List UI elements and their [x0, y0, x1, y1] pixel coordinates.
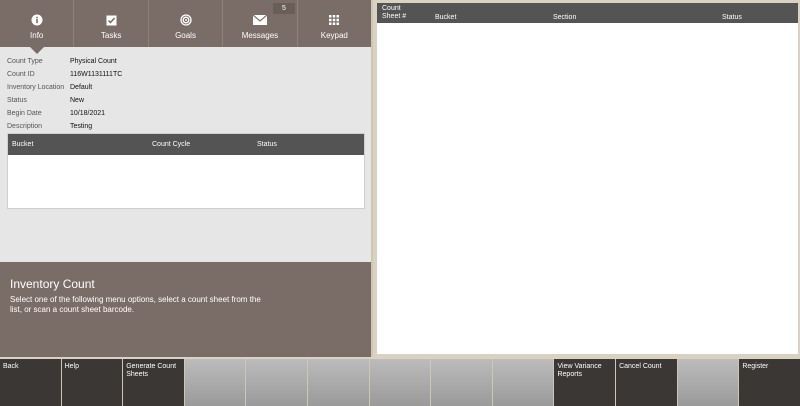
info-row-status: Status New	[7, 94, 122, 107]
tab-tasks[interactable]: Tasks	[74, 0, 149, 47]
info-key: Status	[7, 97, 27, 104]
empty-button	[246, 359, 308, 406]
tab-info-label: Info	[30, 31, 44, 40]
info-row-location: Inventory Location Default	[7, 81, 122, 94]
empty-button	[369, 359, 431, 406]
info-row-begin-date: Begin Date 10/18/2021	[7, 107, 122, 120]
description-title: Inventory Count	[10, 277, 95, 291]
bucket-table[interactable]: Bucket Count Cycle Status	[7, 133, 365, 209]
info-value: 10/18/2021	[70, 110, 106, 117]
info-value: New	[70, 97, 85, 104]
info-key: Inventory Location	[7, 84, 65, 91]
info-value: 116W1131111TC	[70, 71, 123, 78]
description-text: Select one of the following menu options…	[10, 295, 261, 314]
tab-messages-label: Messages	[241, 31, 279, 40]
column-header-bucket[interactable]: Bucket	[435, 14, 456, 21]
back-button[interactable]: Back	[0, 359, 61, 406]
cancel-count-button[interactable]: Cancel Count	[616, 359, 677, 406]
tab-tasks-label: Tasks	[100, 31, 122, 40]
checkbox-icon	[74, 13, 147, 27]
info-row-description: Description Testing	[7, 120, 122, 133]
info-value: Physical Count	[70, 58, 117, 65]
count-sheet-list[interactable]: Count Sheet # Bucket Section Status	[377, 3, 798, 354]
tab-goals-label: Goals	[175, 31, 196, 40]
tab-info[interactable]: Info	[0, 0, 75, 54]
tab-keypad-label: Keypad	[320, 31, 348, 40]
column-header-count-sheet[interactable]: Count Sheet #	[382, 5, 412, 21]
info-icon	[0, 13, 73, 27]
column-header-section[interactable]: Section	[553, 14, 576, 21]
count-sheet-table-header: Count Sheet # Bucket Section Status	[377, 3, 798, 23]
column-header-count-cycle[interactable]: Count Cycle	[152, 141, 190, 148]
info-row-count-id: Count ID 116W1131111TC	[7, 68, 122, 81]
description-panel: Inventory Count Select one of the follow…	[0, 262, 371, 357]
bucket-table-header: Bucket Count Cycle Status	[8, 134, 364, 155]
function-button-bar: Back Help Generate Count Sheets View Var…	[0, 359, 800, 406]
info-value: Default	[70, 84, 93, 91]
view-variance-reports-button[interactable]: View Variance Reports	[554, 359, 616, 406]
column-header-status[interactable]: Status	[722, 14, 742, 21]
column-header-status[interactable]: Status	[257, 141, 277, 148]
register-button[interactable]: Register	[739, 359, 800, 406]
empty-button	[184, 359, 246, 406]
count-info: Count Type Physical Count Count ID 116W113…	[7, 55, 122, 133]
info-key: Begin Date	[7, 110, 42, 117]
tab-keypad[interactable]: Keypad	[298, 0, 371, 47]
target-icon	[149, 13, 222, 27]
tab-goals[interactable]: Goals	[149, 0, 224, 47]
info-key: Count Type	[7, 58, 43, 65]
empty-button	[677, 359, 739, 406]
tab-bar: Info Tasks Goals Messages Keypad	[0, 0, 371, 54]
keypad-icon	[298, 13, 371, 27]
help-button[interactable]: Help	[61, 359, 123, 406]
info-row-count-type: Count Type Physical Count	[7, 55, 122, 68]
empty-button	[308, 359, 369, 406]
empty-button	[431, 359, 492, 406]
info-key: Description	[7, 123, 43, 130]
left-panel: Info Tasks Goals Messages Keypad 5 Count…	[0, 0, 373, 357]
generate-count-sheets-button[interactable]: Generate Count Sheets	[123, 359, 184, 406]
column-header-bucket[interactable]: Bucket	[12, 141, 33, 148]
envelope-icon	[223, 13, 296, 27]
empty-button	[492, 359, 554, 406]
info-key: Count ID	[7, 71, 35, 78]
info-value: Testing	[70, 123, 93, 130]
messages-count-badge: 5	[273, 3, 295, 14]
